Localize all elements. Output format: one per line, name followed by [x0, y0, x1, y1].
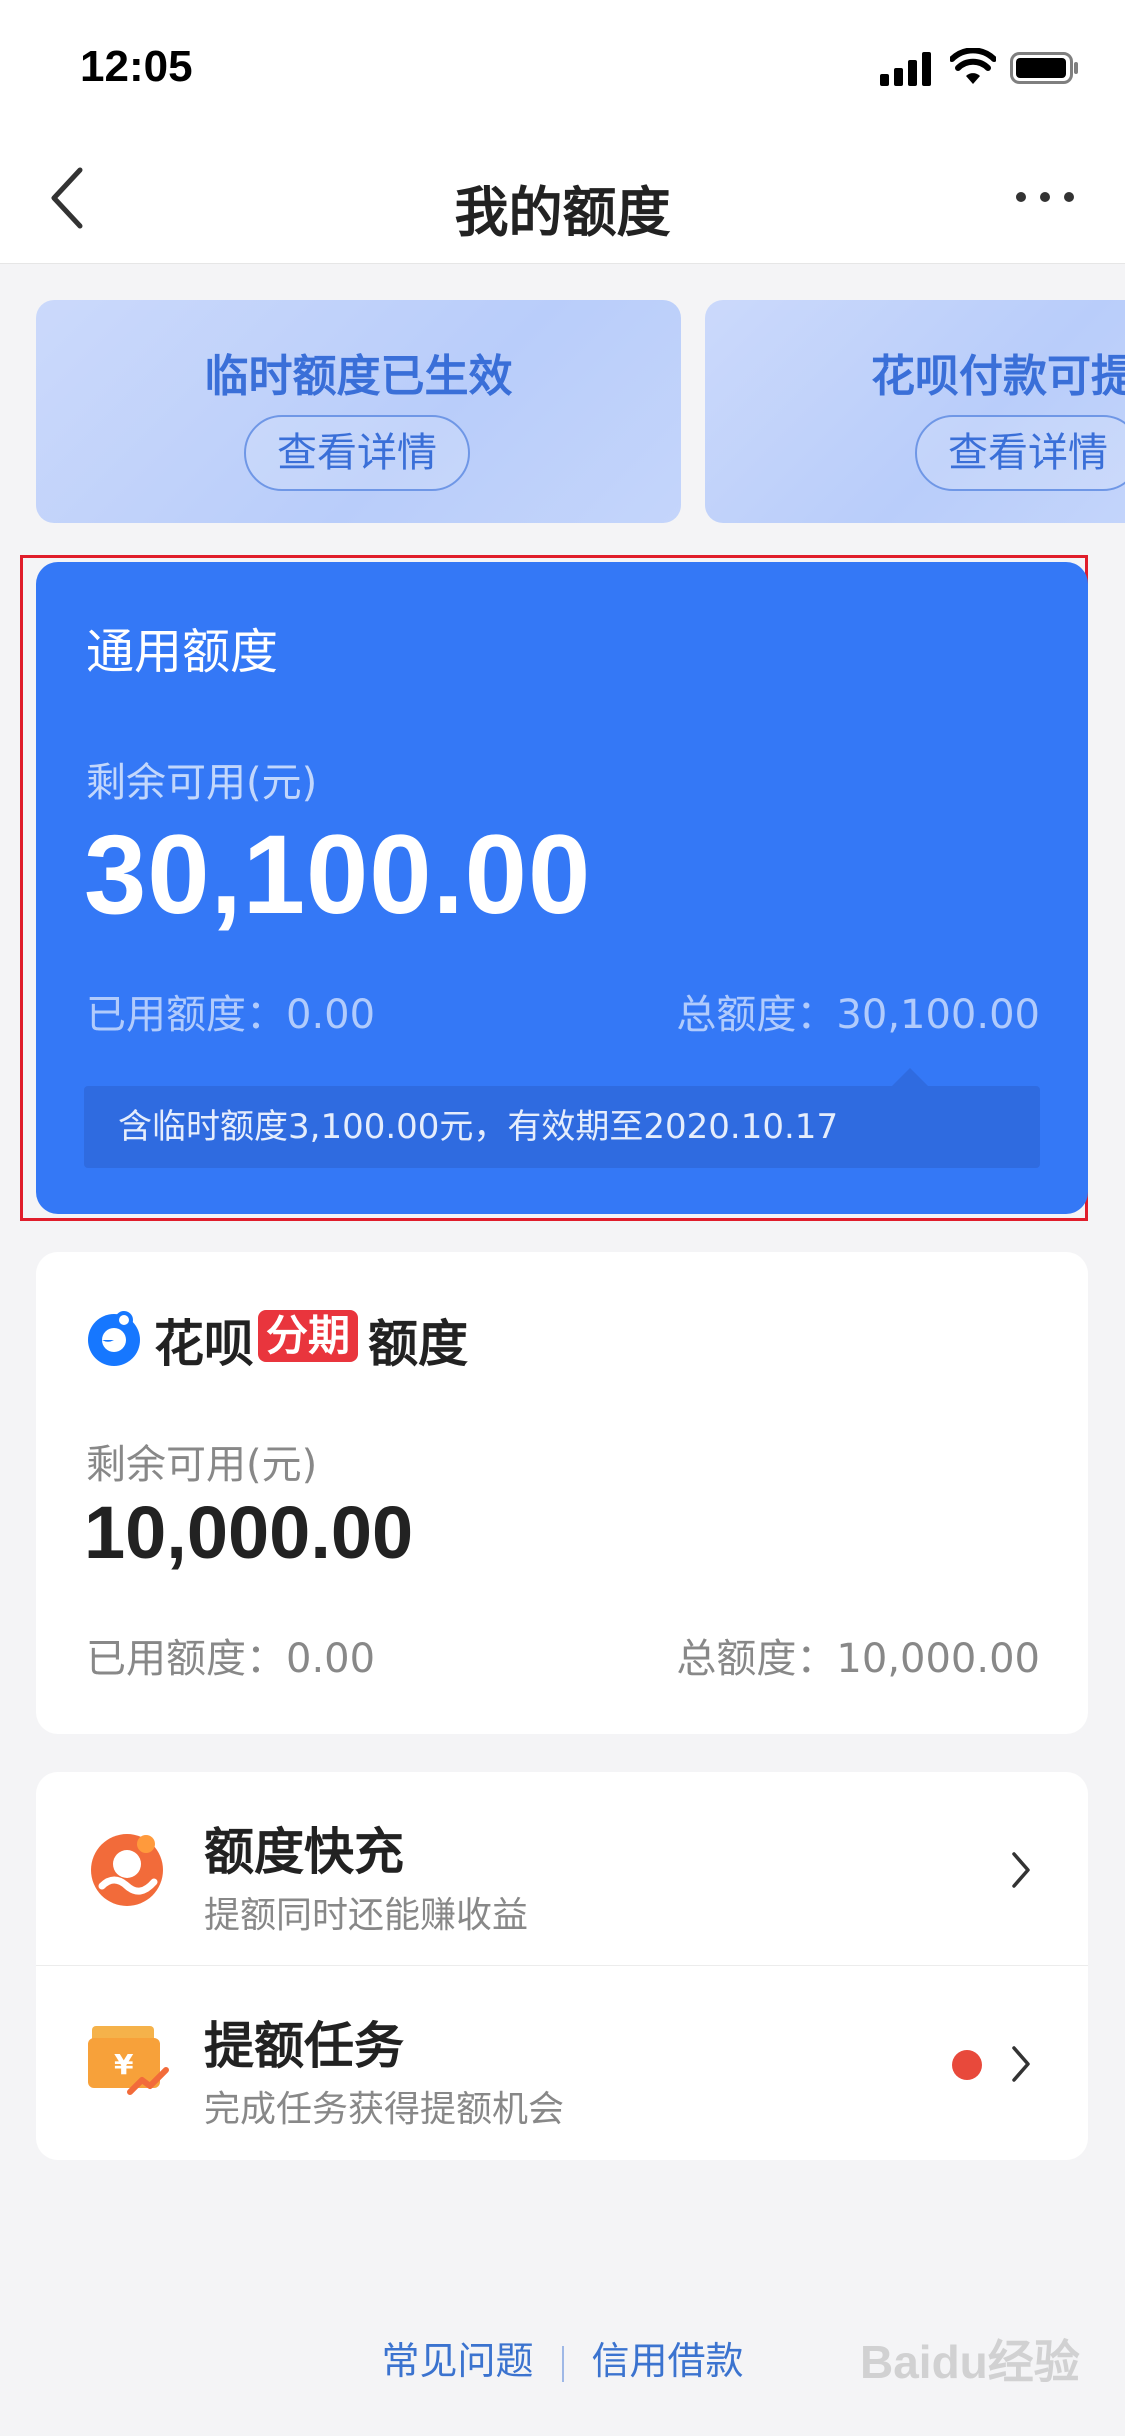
card-title: 通用额度 — [86, 624, 279, 680]
banner-title: 花呗付款可提 — [871, 351, 1125, 402]
list-item-title: 提额任务 — [204, 2017, 404, 2075]
battery-icon — [1010, 52, 1078, 84]
list-item-title: 额度快充 — [204, 1823, 404, 1881]
wifi-icon — [950, 48, 996, 84]
available-label: 剩余可用(元) — [86, 1442, 318, 1488]
banner-title: 临时额度已生效 — [204, 351, 513, 402]
quick-charge-icon — [91, 1834, 163, 1906]
page-title: 我的额度 — [454, 181, 671, 244]
notification-dot — [952, 2050, 982, 2080]
installment-tag: 分期 — [258, 1310, 359, 1362]
list-item-quick-charge[interactable]: 额度快充 提额同时还能赚收益 — [36, 1772, 1088, 1966]
available-label: 剩余可用(元) — [86, 760, 318, 806]
huabei-installment-card[interactable]: 花呗 分期 额度 剩余可用(元) 10,000.00 已用额度：0.00 总额度… — [36, 1252, 1088, 1734]
total-quota: 总额度：10,000.00 — [676, 1636, 1040, 1682]
list-item-desc: 提额同时还能赚收益 — [204, 1895, 529, 1936]
quota-label: 额度 — [368, 1315, 468, 1373]
chevron-right-icon — [1012, 2046, 1030, 2082]
view-details-button[interactable]: 查看详情 — [244, 415, 470, 491]
view-details-button[interactable]: 查看详情 — [915, 415, 1125, 491]
huabei-logo-icon — [88, 1311, 140, 1366]
chevron-right-icon — [1012, 1852, 1030, 1888]
tooltip-arrow — [892, 1068, 928, 1086]
task-reward-icon: ¥ — [88, 2026, 169, 2095]
list-item-desc: 完成任务获得提额机会 — [204, 2089, 565, 2130]
footer-divider — [561, 2345, 564, 2382]
more-options-icon[interactable] — [1010, 182, 1080, 212]
cellular-signal-icon — [880, 52, 932, 86]
credit-loan-link[interactable]: 信用借款 — [592, 2339, 744, 2383]
baidu-watermark: Baidu经验 — [860, 2336, 1080, 2388]
list-item-quota-task[interactable]: ¥ 提额任务 完成任务获得提额机会 — [36, 1966, 1088, 2160]
navigation-bar: 我的额度 — [0, 132, 1125, 264]
actions-list: 额度快充 提额同时还能赚收益 ¥ 提额任务 完成任务获得提额机会 — [36, 1772, 1088, 2160]
status-time: 12:05 — [80, 42, 193, 91]
used-quota: 已用额度：0.00 — [86, 1636, 376, 1682]
huabei-brand: 花呗 — [154, 1315, 254, 1373]
used-quota: 已用额度：0.00 — [86, 992, 376, 1038]
available-amount: 30,100.00 — [84, 812, 592, 937]
general-quota-card[interactable]: 通用额度 剩余可用(元) 30,100.00 已用额度：0.00 总额度：30,… — [36, 562, 1088, 1214]
banner-huabei-payment[interactable]: 花呗付款可提 查看详情 — [705, 300, 1125, 523]
svg-text:¥: ¥ — [114, 2048, 134, 2081]
total-quota: 总额度：30,100.00 — [676, 992, 1040, 1038]
status-bar: 12:05 — [0, 0, 1125, 132]
banner-temporary-quota[interactable]: 临时额度已生效 查看详情 — [36, 300, 681, 523]
faq-link[interactable]: 常见问题 — [381, 2339, 533, 2383]
available-amount: 10,000.00 — [84, 1491, 414, 1574]
temporary-quota-tip: 含临时额度3,100.00元，有效期至2020.10.17 — [84, 1086, 1040, 1168]
